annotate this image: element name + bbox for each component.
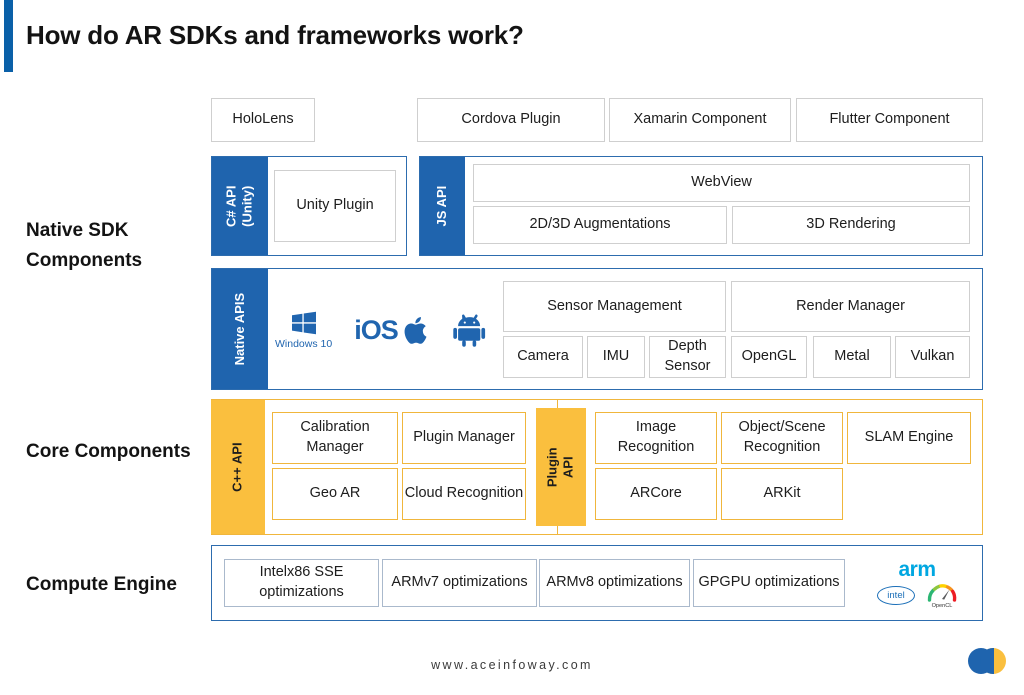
platform-box-cordova-plugin[interactable]: Cordova Plugin	[417, 98, 605, 142]
vertical-label-native-apis: Native APIS	[212, 269, 268, 389]
platform-box-flutter-component[interactable]: Flutter Component	[796, 98, 983, 142]
csharp-api-label-line1: C# API	[223, 185, 239, 227]
js-api-label: JS API	[434, 185, 450, 227]
arm-logo-icon: arm	[898, 558, 936, 581]
compute-logo-strip: arm intel OpenCL	[862, 554, 972, 614]
footer-website-url: www.aceinfoway.com	[431, 658, 593, 672]
plate-armv7-optimizations[interactable]: ARMv7 optimizations	[382, 559, 537, 607]
plate-sensor-management[interactable]: Sensor Management	[503, 281, 726, 332]
ios-apple-logo-icon: iOS	[354, 314, 431, 347]
plate-opengl[interactable]: OpenGL	[731, 336, 807, 378]
vertical-label-csharp-api: C# API (Unity)	[212, 157, 268, 255]
vertical-label-cpp-api: C++ API	[211, 400, 265, 534]
plate-metal[interactable]: Metal	[813, 336, 891, 378]
section-label-core-components: Core Components	[26, 441, 191, 462]
vertical-label-js-api: JS API	[420, 157, 465, 255]
plate-armv8-optimizations[interactable]: ARMv8 optimizations	[539, 559, 690, 607]
plate-intelx86-sse-optimizations[interactable]: Intelx86 SSE optimizations	[224, 559, 379, 607]
windows-logo-icon: Windows 10	[275, 311, 332, 350]
plate-geo-ar[interactable]: Geo AR	[272, 468, 398, 520]
native-apis-label: Native APIS	[231, 292, 247, 366]
vertical-label-plugin-api: Plugin API	[536, 408, 586, 526]
plate-render-manager[interactable]: Render Manager	[731, 281, 970, 332]
page-title: How do AR SDKs and frameworks work?	[26, 20, 524, 50]
cpp-api-label: C++ API	[229, 442, 245, 492]
plugin-api-label-line2: API	[561, 456, 576, 478]
plate-plugin-manager[interactable]: Plugin Manager	[402, 412, 526, 464]
opencl-logo-label: OpenCL	[931, 603, 953, 609]
plate-depth-sensor[interactable]: Depth Sensor	[649, 336, 726, 378]
plate-2d-3d-augmentations[interactable]: 2D/3D Augmentations	[473, 206, 727, 244]
title-accent-bar	[4, 0, 13, 72]
android-robot-logo-icon	[453, 309, 487, 352]
platform-box-xamarin-component[interactable]: Xamarin Component	[609, 98, 791, 142]
section-label-native-sdk: Native SDK Components	[26, 220, 143, 272]
plate-camera[interactable]: Camera	[503, 336, 583, 378]
plate-cloud-recognition[interactable]: Cloud Recognition	[402, 468, 526, 520]
plate-image-recognition[interactable]: Image Recognition	[595, 412, 717, 464]
platform-box-hololens[interactable]: HoloLens	[211, 98, 315, 142]
os-logo-strip: Windows 10 iOS	[275, 300, 493, 360]
plate-imu[interactable]: IMU	[587, 336, 645, 378]
ios-logo-label: iOS	[354, 314, 399, 345]
intel-logo-icon: intel	[877, 586, 915, 605]
plate-object-scene-recognition[interactable]: Object/Scene Recognition	[721, 412, 843, 464]
plate-arkit[interactable]: ARKit	[721, 468, 843, 520]
plate-unity-plugin[interactable]: Unity Plugin	[274, 170, 396, 242]
plate-3d-rendering[interactable]: 3D Rendering	[732, 206, 970, 244]
plate-vulkan[interactable]: Vulkan	[895, 336, 970, 378]
opencl-logo-icon: OpenCL	[927, 582, 957, 609]
plate-arcore[interactable]: ARCore	[595, 468, 717, 520]
windows-logo-label: Windows 10	[275, 337, 333, 350]
plate-gpgpu-optimizations[interactable]: GPGPU optimizations	[693, 559, 845, 607]
plugin-api-label-line1: Plugin	[544, 447, 560, 487]
slide-canvas: How do AR SDKs and frameworks work? Nati…	[0, 0, 1024, 695]
plate-webview[interactable]: WebView	[473, 164, 970, 202]
section-label-compute-engine: Compute Engine	[26, 574, 177, 595]
plate-slam-engine[interactable]: SLAM Engine	[847, 412, 971, 464]
aceinfoway-logo-icon	[968, 648, 1006, 674]
csharp-api-label-line2: (Unity)	[239, 185, 255, 227]
plate-calibration-manager[interactable]: Calibration Manager	[272, 412, 398, 464]
